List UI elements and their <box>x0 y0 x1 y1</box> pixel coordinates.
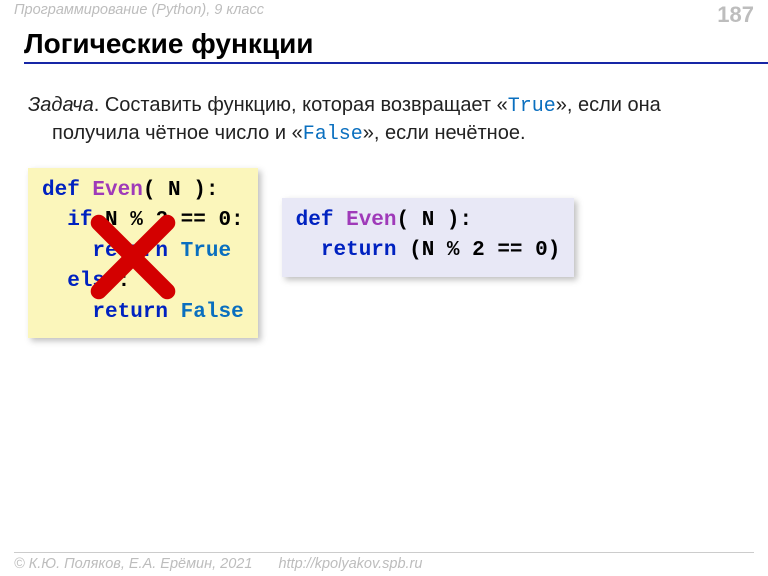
true-literal: True <box>508 95 556 118</box>
sp <box>333 209 346 232</box>
code-row: def Even( N ): if N % 2 == 0: return Tru… <box>28 168 740 338</box>
page-title: Логические функции <box>24 28 768 64</box>
colon: : <box>118 270 131 293</box>
code-block-long: def Even( N ): if N % 2 == 0: return Tru… <box>28 168 258 338</box>
kw-return: return <box>321 239 397 262</box>
kw-def: def <box>42 179 80 202</box>
sp <box>80 179 93 202</box>
kw-def: def <box>296 209 334 232</box>
indent <box>296 239 321 262</box>
expr: (N % 2 == 0) <box>397 239 561 262</box>
copyright: © К.Ю. Поляков, Е.А. Ерёмин, 2021 <box>14 556 252 572</box>
fn-name: Even <box>92 179 142 202</box>
lit-true: True <box>181 240 231 263</box>
header: Программирование (Python), 9 класс 187 <box>0 0 768 28</box>
kw-return: return <box>92 240 168 263</box>
indent <box>42 209 67 232</box>
code-block-short: def Even( N ): return (N % 2 == 0) <box>282 198 575 277</box>
footer: © К.Ю. Поляков, Е.А. Ерёмин, 2021 http:/… <box>14 552 754 572</box>
fn-name: Even <box>346 209 396 232</box>
cond: N % 2 == 0: <box>92 209 243 232</box>
task-intro: Задача <box>28 94 94 116</box>
indent <box>42 240 92 263</box>
course-label: Программирование (Python), 9 класс <box>14 2 264 18</box>
kw-else: else <box>67 270 117 293</box>
lit-false: False <box>181 301 244 324</box>
task-text: Задача. Составить функцию, которая возвр… <box>28 92 740 148</box>
footer-url[interactable]: http://kpolyakov.spb.ru <box>278 556 422 572</box>
page-number: 187 <box>717 2 754 28</box>
sig: ( N ): <box>397 209 473 232</box>
sig: ( N ): <box>143 179 219 202</box>
sp <box>168 240 181 263</box>
indent <box>42 270 67 293</box>
content: Задача. Составить функцию, которая возвр… <box>0 64 768 338</box>
task-part3: », если нечётное. <box>363 122 526 144</box>
sp <box>168 301 181 324</box>
kw-return: return <box>92 301 168 324</box>
task-dot: . <box>94 94 105 116</box>
task-part1: Составить функцию, которая возвращает « <box>105 94 508 116</box>
indent <box>42 301 92 324</box>
false-literal: False <box>303 123 363 146</box>
kw-if: if <box>67 209 92 232</box>
